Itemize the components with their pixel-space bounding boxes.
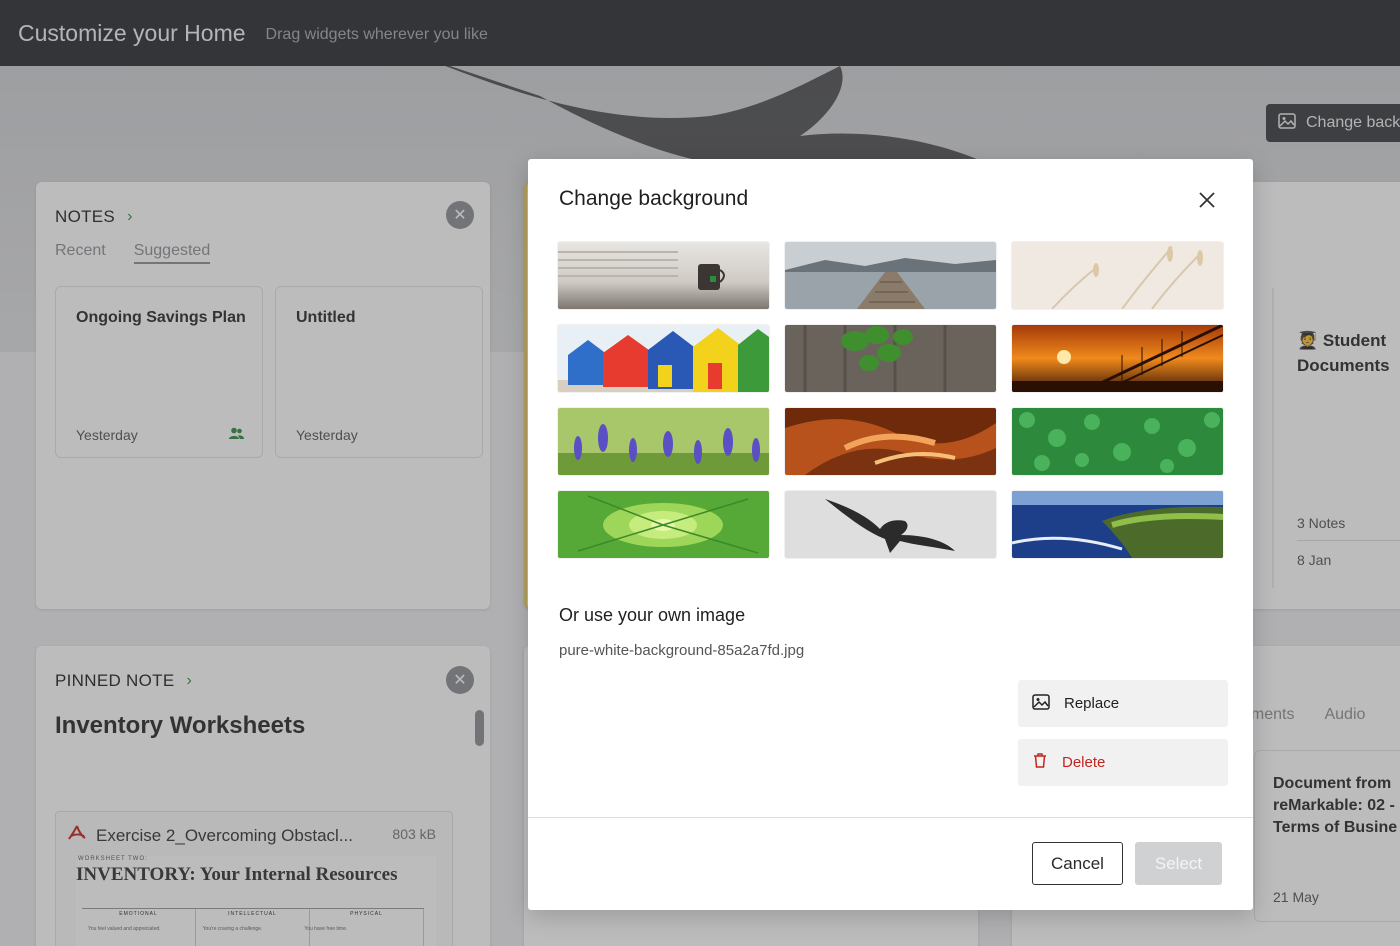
current-file-name: pure-white-background-85a2a7fd.jpg — [559, 642, 805, 659]
replace-button[interactable]: Replace — [1018, 680, 1228, 727]
change-background-dialog: Change background Or use your own image … — [528, 159, 1253, 910]
cancel-button[interactable]: Cancel — [1032, 842, 1123, 885]
background-thumbnail-clover[interactable] — [1012, 408, 1223, 475]
background-thumbnail-beach-huts[interactable] — [558, 325, 769, 392]
background-thumbnail-bird[interactable] — [785, 491, 996, 558]
background-thumbnail-sunset[interactable] — [1012, 325, 1223, 392]
replace-label: Replace — [1064, 695, 1120, 712]
background-thumbnail-succulent[interactable] — [558, 491, 769, 558]
background-thumbnail-coast[interactable] — [1012, 491, 1223, 558]
background-thumbnail-canyon[interactable] — [785, 408, 996, 475]
background-thumbnail-lupins[interactable] — [558, 408, 769, 475]
background-thumbnail-mug[interactable] — [558, 242, 769, 309]
trash-icon — [1032, 752, 1048, 773]
own-image-title: Or use your own image — [559, 605, 746, 625]
delete-button[interactable]: Delete — [1018, 739, 1228, 786]
divider — [528, 817, 1253, 818]
close-icon[interactable] — [1196, 189, 1218, 211]
image-icon — [1032, 693, 1050, 714]
background-thumbnail-grass[interactable] — [1012, 242, 1223, 309]
select-button[interactable]: Select — [1135, 842, 1222, 885]
background-grid — [558, 242, 1223, 558]
background-thumbnail-ivy[interactable] — [785, 325, 996, 392]
dialog-title: Change background — [559, 187, 749, 210]
delete-label: Delete — [1062, 754, 1106, 771]
background-thumbnail-pier[interactable] — [785, 242, 996, 309]
